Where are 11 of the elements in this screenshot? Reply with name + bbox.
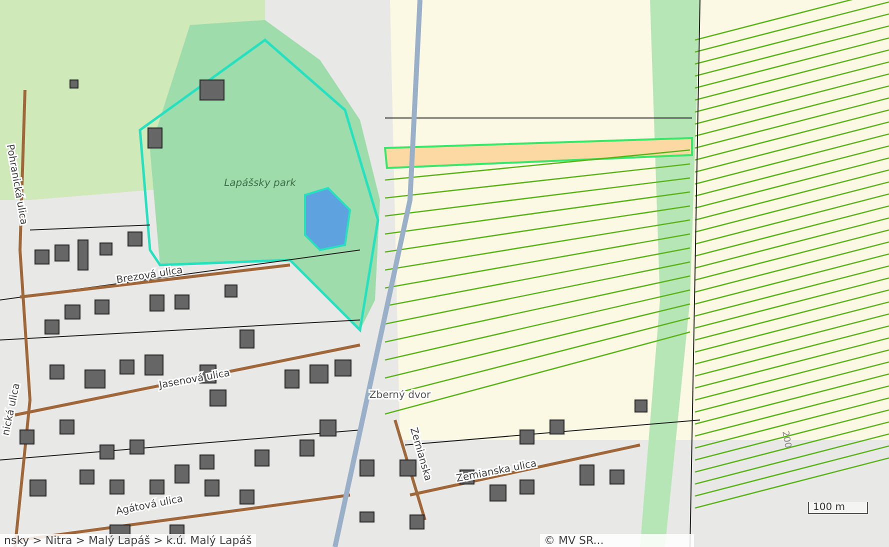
street-label: Brezová ulica xyxy=(116,264,184,286)
place-label: Zberný dvor xyxy=(369,390,431,401)
scale-bar: 100 m xyxy=(808,502,868,514)
street-label: Pohranická ulica xyxy=(4,144,29,226)
map-attribution: © MV SR... xyxy=(540,534,694,547)
park-label: Lapášsky park xyxy=(224,178,296,189)
breadcrumb: nsky > Nitra > Malý Lapáš > k.ú. Malý Lapáš xyxy=(0,534,256,547)
street-label: Zemianska ulica xyxy=(455,458,538,485)
street-label: nická ulica xyxy=(0,382,22,437)
contour-label: 200 xyxy=(780,430,792,449)
street-label: Agátová ulica xyxy=(115,494,184,518)
